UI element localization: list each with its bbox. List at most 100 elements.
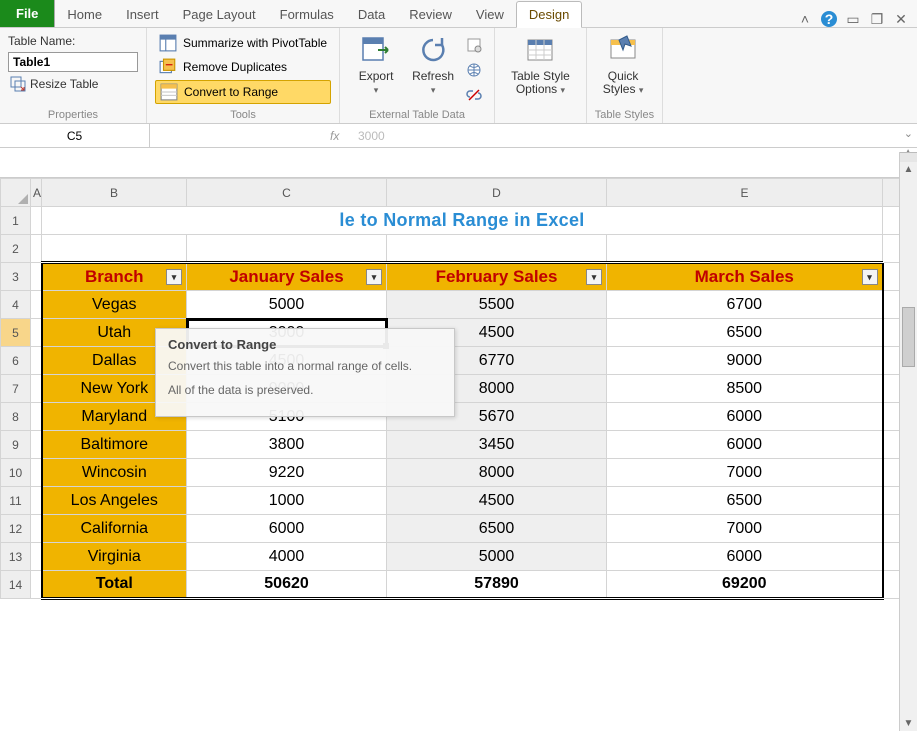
col-head-e[interactable]: E (607, 179, 883, 207)
filter-dropdown-icon[interactable]: ▾ (366, 269, 382, 285)
filter-dropdown-icon[interactable]: ▾ (166, 269, 182, 285)
cell-value[interactable]: 9000 (607, 347, 883, 375)
row-head-13[interactable]: 13 (1, 543, 31, 571)
cell-value[interactable]: 5500 (387, 291, 607, 319)
resize-table-button[interactable]: Resize Table (8, 74, 138, 94)
properties-icon[interactable] (466, 37, 482, 56)
cell-branch[interactable]: California (42, 515, 187, 543)
cell-value[interactable]: 1000 (187, 487, 387, 515)
cell-value[interactable]: 3450 (387, 431, 607, 459)
cell-value[interactable]: 6000 (607, 403, 883, 431)
cell-value[interactable]: 7000 (607, 515, 883, 543)
row-head-2[interactable]: 2 (1, 235, 31, 263)
col-head-c[interactable]: C (187, 179, 387, 207)
summarize-pivottable-button[interactable]: Summarize with PivotTable (155, 32, 331, 54)
row-head-10[interactable]: 10 (1, 459, 31, 487)
row-head-6[interactable]: 6 (1, 347, 31, 375)
cell-value[interactable]: 6000 (607, 431, 883, 459)
cell-value[interactable]: 9220 (187, 459, 387, 487)
tab-view[interactable]: View (464, 2, 516, 27)
row-head-12[interactable]: 12 (1, 515, 31, 543)
cell-value[interactable]: 5000 (387, 543, 607, 571)
col-head-d[interactable]: D (387, 179, 607, 207)
filter-dropdown-icon[interactable]: ▾ (586, 269, 602, 285)
cell-branch[interactable]: Vegas (42, 291, 187, 319)
name-box[interactable]: C5 (0, 124, 150, 147)
table-name-input[interactable] (8, 52, 138, 72)
scroll-down-icon[interactable]: ▼ (904, 716, 914, 731)
fx-icon[interactable]: fx (330, 129, 339, 143)
cell-value[interactable]: 6500 (607, 319, 883, 347)
ribbon-minimize-icon[interactable]: ˄ (797, 11, 813, 27)
cell-branch[interactable]: Virginia (42, 543, 187, 571)
scroll-track[interactable] (900, 177, 917, 716)
header-february[interactable]: February Sales▾ (387, 263, 607, 291)
row-head-9[interactable]: 9 (1, 431, 31, 459)
row-head-3[interactable]: 3 (1, 263, 31, 291)
header-march[interactable]: March Sales▾ (607, 263, 883, 291)
cell-total[interactable]: 50620 (187, 571, 387, 599)
cell-branch[interactable]: Wincosin (42, 459, 187, 487)
cell-value[interactable]: 6700 (607, 291, 883, 319)
tab-review[interactable]: Review (397, 2, 464, 27)
scroll-thumb[interactable] (902, 307, 915, 367)
scroll-up-icon[interactable]: ▲ (904, 162, 914, 177)
qs-line2: Styles (603, 82, 636, 96)
cell-value[interactable]: 4500 (387, 487, 607, 515)
cell-value[interactable]: 6000 (187, 515, 387, 543)
refresh-button[interactable]: Refresh▾ (404, 32, 462, 107)
header-branch[interactable]: Branch▾ (42, 263, 187, 291)
cell-total[interactable]: 57890 (387, 571, 607, 599)
cell-branch[interactable]: Los Angeles (42, 487, 187, 515)
cell-value[interactable]: 3800 (187, 431, 387, 459)
col-head-b[interactable]: B (42, 179, 187, 207)
select-all-corner[interactable] (1, 179, 31, 207)
tab-page-layout[interactable]: Page Layout (171, 2, 268, 27)
cell-branch[interactable]: Baltimore (42, 431, 187, 459)
remove-duplicates-button[interactable]: Remove Duplicates (155, 56, 331, 78)
formula-expand-icon[interactable]: ⌄ (904, 127, 913, 140)
page-title: le to Normal Range in Excel (339, 210, 584, 230)
group-table-styles: QuickStyles ▾ Table Styles (587, 28, 663, 123)
open-in-browser-icon[interactable] (466, 62, 482, 81)
vertical-scrollbar[interactable]: ▲ ▼ (899, 152, 917, 731)
help-icon[interactable]: ? (821, 11, 837, 27)
formula-value[interactable]: 3000 (358, 129, 385, 143)
cell-value[interactable]: 6500 (607, 487, 883, 515)
cell-value[interactable]: 7000 (607, 459, 883, 487)
tab-data[interactable]: Data (346, 2, 397, 27)
window-close-icon[interactable]: ✕ (893, 11, 909, 27)
cell-total-label[interactable]: Total (42, 571, 187, 599)
cell-value[interactable]: 8500 (607, 375, 883, 403)
row-head-8[interactable]: 8 (1, 403, 31, 431)
tab-design[interactable]: Design (516, 1, 582, 28)
row-head-11[interactable]: 11 (1, 487, 31, 515)
header-january[interactable]: January Sales▾ (187, 263, 387, 291)
unlink-icon[interactable] (466, 87, 482, 106)
cell-value[interactable]: 4000 (187, 543, 387, 571)
export-button[interactable]: Export▾ (348, 32, 404, 107)
qs-line1: Quick (608, 69, 639, 83)
cell-total[interactable]: 69200 (607, 571, 883, 599)
row-head-5[interactable]: 5 (1, 319, 31, 347)
tab-home[interactable]: Home (55, 2, 114, 27)
tab-file[interactable]: File (0, 0, 55, 27)
row-head-4[interactable]: 4 (1, 291, 31, 319)
row-head-7[interactable]: 7 (1, 375, 31, 403)
row-head-14[interactable]: 14 (1, 571, 31, 599)
cell-value[interactable]: 6000 (607, 543, 883, 571)
window-minimize-icon[interactable]: ▭ (845, 11, 861, 27)
col-head-a[interactable]: A (31, 179, 42, 207)
filter-dropdown-icon[interactable]: ▾ (862, 269, 878, 285)
window-restore-icon[interactable]: ❐ (869, 11, 885, 27)
tab-formulas[interactable]: Formulas (268, 2, 346, 27)
tab-insert[interactable]: Insert (114, 2, 171, 27)
cell-value[interactable]: 5000 (187, 291, 387, 319)
split-handle[interactable] (900, 152, 917, 162)
quick-styles-button[interactable]: QuickStyles ▾ (595, 32, 652, 107)
cell-value[interactable]: 6500 (387, 515, 607, 543)
table-style-options-button[interactable]: Table StyleOptions ▾ (503, 32, 578, 119)
cell-value[interactable]: 8000 (387, 459, 607, 487)
row-head-1[interactable]: 1 (1, 207, 31, 235)
convert-to-range-button[interactable]: Convert to Range (155, 80, 331, 104)
